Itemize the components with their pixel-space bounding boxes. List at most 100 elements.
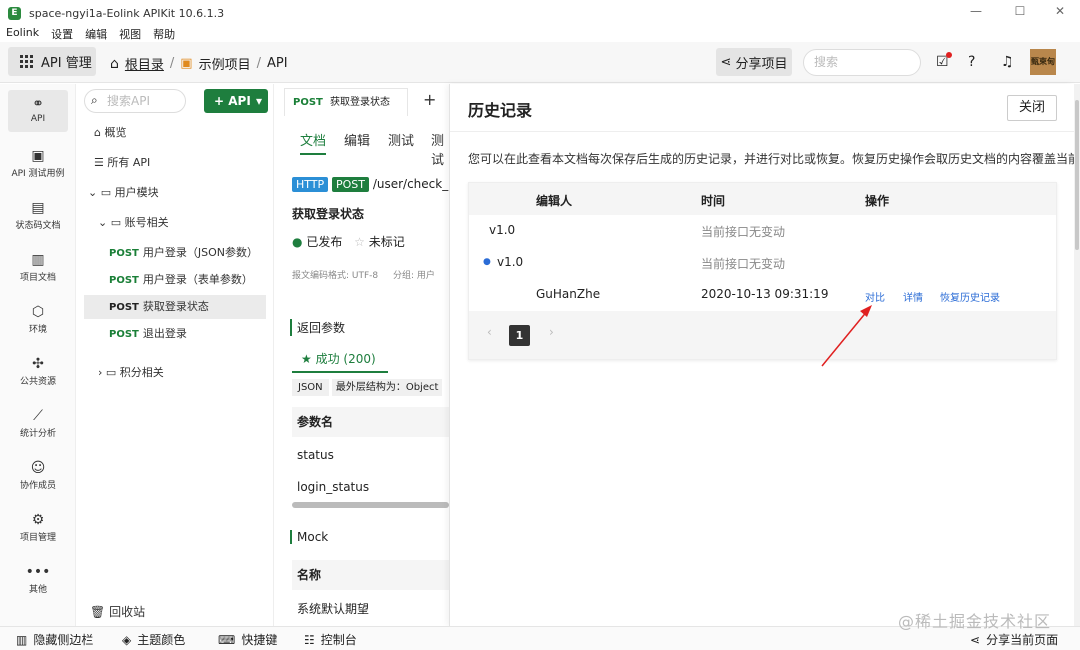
console-button[interactable]: ☷ 控制台 <box>304 631 357 648</box>
menu-eolink[interactable]: Eolink <box>6 26 39 42</box>
success-tab[interactable]: ★ 成功 (200) <box>292 350 388 373</box>
menu-settings[interactable]: 设置 <box>51 26 73 42</box>
close-window-button[interactable]: ✕ <box>1050 4 1070 18</box>
tree-label: 用户登录（JSON参数） <box>142 246 258 259</box>
share-page-button[interactable]: ⋖ 分享当前页面 <box>970 631 1058 648</box>
menu-edit[interactable]: 编辑 <box>85 26 107 42</box>
shortcuts-button[interactable]: ⌨ 快捷键 <box>218 631 277 648</box>
tree-folder-user-module[interactable]: ⌄ ▭ 用户模块 <box>84 181 266 205</box>
tree-folder-account[interactable]: ⌄ ▭ 账号相关 <box>84 211 266 235</box>
menu-view[interactable]: 视图 <box>119 26 141 42</box>
rail-item-api-test[interactable]: ▣ API 测试用例 <box>8 142 68 184</box>
recycle-bin[interactable]: 🗑 回收站 <box>84 600 266 624</box>
watermark: @稀土掘金技术社区 <box>898 612 1052 631</box>
tree-label: 用户模块 <box>114 186 159 199</box>
star-icon[interactable]: ☆ <box>354 235 365 249</box>
hide-sidebar-button[interactable]: ▥ 隐藏侧边栏 <box>16 631 93 648</box>
table-row[interactable]: ● v1.0 当前接口无变动 <box>469 247 1056 279</box>
tree-item-all-api[interactable]: ☰ 所有 API <box>84 151 266 175</box>
theme-color-button[interactable]: ◈ 主题颜色 <box>122 631 185 648</box>
home-icon: ⌂ <box>94 126 105 139</box>
tree-api-item-selected[interactable]: POST 获取登录状态 <box>84 295 266 319</box>
console-icon: ☷ <box>304 632 315 647</box>
method-badge: POST <box>109 275 139 286</box>
table-row[interactable]: GuHanZhe 2020-10-13 09:31:19 对比 详情 恢复历史记… <box>469 279 1056 311</box>
bell-icon[interactable]: ♫ <box>1001 54 1014 70</box>
restore-link[interactable]: 恢复历史记录 <box>940 289 1000 304</box>
add-api-button[interactable]: + API ▾ <box>204 89 268 113</box>
tab-test-2[interactable]: 测试 <box>431 130 449 168</box>
tree-api-item[interactable]: POST 用户登录（表单参数） <box>84 268 266 292</box>
api-management-button[interactable]: API 管理 <box>8 47 96 76</box>
test-case-icon: ▣ <box>31 148 45 164</box>
column-header-actions: 操作 <box>865 194 890 208</box>
rail-item-other[interactable]: ••• 其他 <box>8 558 68 600</box>
chevron-down-icon[interactable]: ⌄ <box>98 216 111 229</box>
scrollbar-thumb[interactable] <box>1075 100 1079 250</box>
unmarked-label: 未标记 <box>368 235 405 249</box>
help-icon[interactable]: ? <box>968 54 975 70</box>
tree-label: 积分相关 <box>119 366 164 379</box>
time-cell: 2020-10-13 09:31:19 <box>701 287 829 301</box>
close-button[interactable]: 关闭 <box>1007 95 1057 121</box>
tab-test[interactable]: 测试 <box>388 130 414 149</box>
time-cell: 当前接口无变动 <box>701 225 786 239</box>
rail-item-public-resources[interactable]: ✣ 公共资源 <box>8 350 68 392</box>
folder-doc-icon: ▥ <box>31 252 45 268</box>
theme-label: 主题颜色 <box>137 633 186 647</box>
rail-item-project-mgmt[interactable]: ⚙ 项目管理 <box>8 506 68 548</box>
app-logo-icon: E <box>8 6 21 20</box>
next-page-button[interactable]: › <box>549 325 554 339</box>
post-badge: POST <box>331 177 369 192</box>
rail-item-statistics[interactable]: ⟋ 统计分析 <box>8 402 68 444</box>
window-title: space-ngyi1a-Eolink APIKit 10.6.1.3 <box>29 6 225 20</box>
maximize-button[interactable]: ☐ <box>1010 4 1030 18</box>
breadcrumb-project[interactable]: 示例项目 <box>199 54 251 73</box>
api-tab[interactable]: POST 获取登录状态 <box>284 88 408 116</box>
tree-api-item[interactable]: POST 退出登录 <box>84 322 266 346</box>
minimize-button[interactable]: — <box>966 4 986 18</box>
detail-link[interactable]: 详情 <box>903 289 923 304</box>
divider <box>450 131 1075 132</box>
left-rail: ⚭ API ▣ API 测试用例 ▤ 状态码文档 ▥ 项目文档 ⬡ 环境 ✣ 公共资源 ⟋ 统… <box>0 84 76 626</box>
rail-label: 统计分析 <box>19 429 56 439</box>
current-dot-icon: ● <box>483 257 491 267</box>
todo-check-icon[interactable]: ☑ <box>936 52 952 70</box>
api-search-input[interactable]: 搜索API <box>84 89 186 113</box>
chevron-down-icon[interactable]: ▾ <box>256 89 262 113</box>
tab-doc[interactable]: 文档 <box>300 130 327 155</box>
api-url-row: HTTP POST /user/check_lo <box>292 177 449 192</box>
api-tree-panel: ⌕ 搜索API + API ▾ ⌂ 概览 ☰ 所有 API ⌄ ▭ 用户模块 ⌄… <box>76 84 274 626</box>
rail-item-environment[interactable]: ⬡ 环境 <box>8 298 68 340</box>
folder-icon: ▭ <box>110 216 125 229</box>
title-bar: E space-ngyi1a-Eolink APIKit 10.6.1.3 — … <box>0 0 1080 26</box>
tree-item-overview[interactable]: ⌂ 概览 <box>84 121 266 145</box>
link-icon: ⚭ <box>32 96 44 112</box>
rail-item-members[interactable]: ☺ 协作成员 <box>8 454 68 496</box>
api-url: /user/check_lo <box>372 177 449 191</box>
rail-label: 其他 <box>28 585 47 595</box>
avatar[interactable]: 甄柬甸 <box>1030 49 1056 75</box>
tree-label: 回收站 <box>109 605 146 619</box>
folder-icon: ▭ <box>105 366 120 379</box>
chevron-right-icon[interactable]: › <box>98 366 106 379</box>
tab-edit[interactable]: 编辑 <box>344 130 370 149</box>
rail-item-project-docs[interactable]: ▥ 项目文档 <box>8 246 68 288</box>
page-number[interactable]: 1 <box>509 325 530 346</box>
share-project-button[interactable]: ⋖ 分享项目 <box>716 48 792 76</box>
tree-folder-points[interactable]: › ▭ 积分相关 <box>84 361 266 385</box>
time-cell: 当前接口无变动 <box>701 257 786 271</box>
breadcrumb-root[interactable]: 根目录 <box>125 54 164 73</box>
list-icon: ☰ <box>94 156 108 169</box>
rail-item-status-code[interactable]: ▤ 状态码文档 <box>8 194 68 236</box>
rail-item-api[interactable]: ⚭ API <box>8 90 68 132</box>
pagination: ‹ 1 › <box>469 311 1056 359</box>
global-search-input[interactable]: 搜索 <box>803 49 921 76</box>
table-row[interactable]: v1.0 当前接口无变动 <box>469 215 1056 247</box>
chevron-down-icon[interactable]: ⌄ <box>88 186 101 199</box>
menu-help[interactable]: 帮助 <box>153 26 175 42</box>
add-tab-button[interactable]: + <box>423 90 436 109</box>
horizontal-scrollbar[interactable] <box>292 502 449 508</box>
prev-page-button[interactable]: ‹ <box>487 325 492 339</box>
tree-api-item[interactable]: POST 用户登录（JSON参数） <box>84 241 266 265</box>
